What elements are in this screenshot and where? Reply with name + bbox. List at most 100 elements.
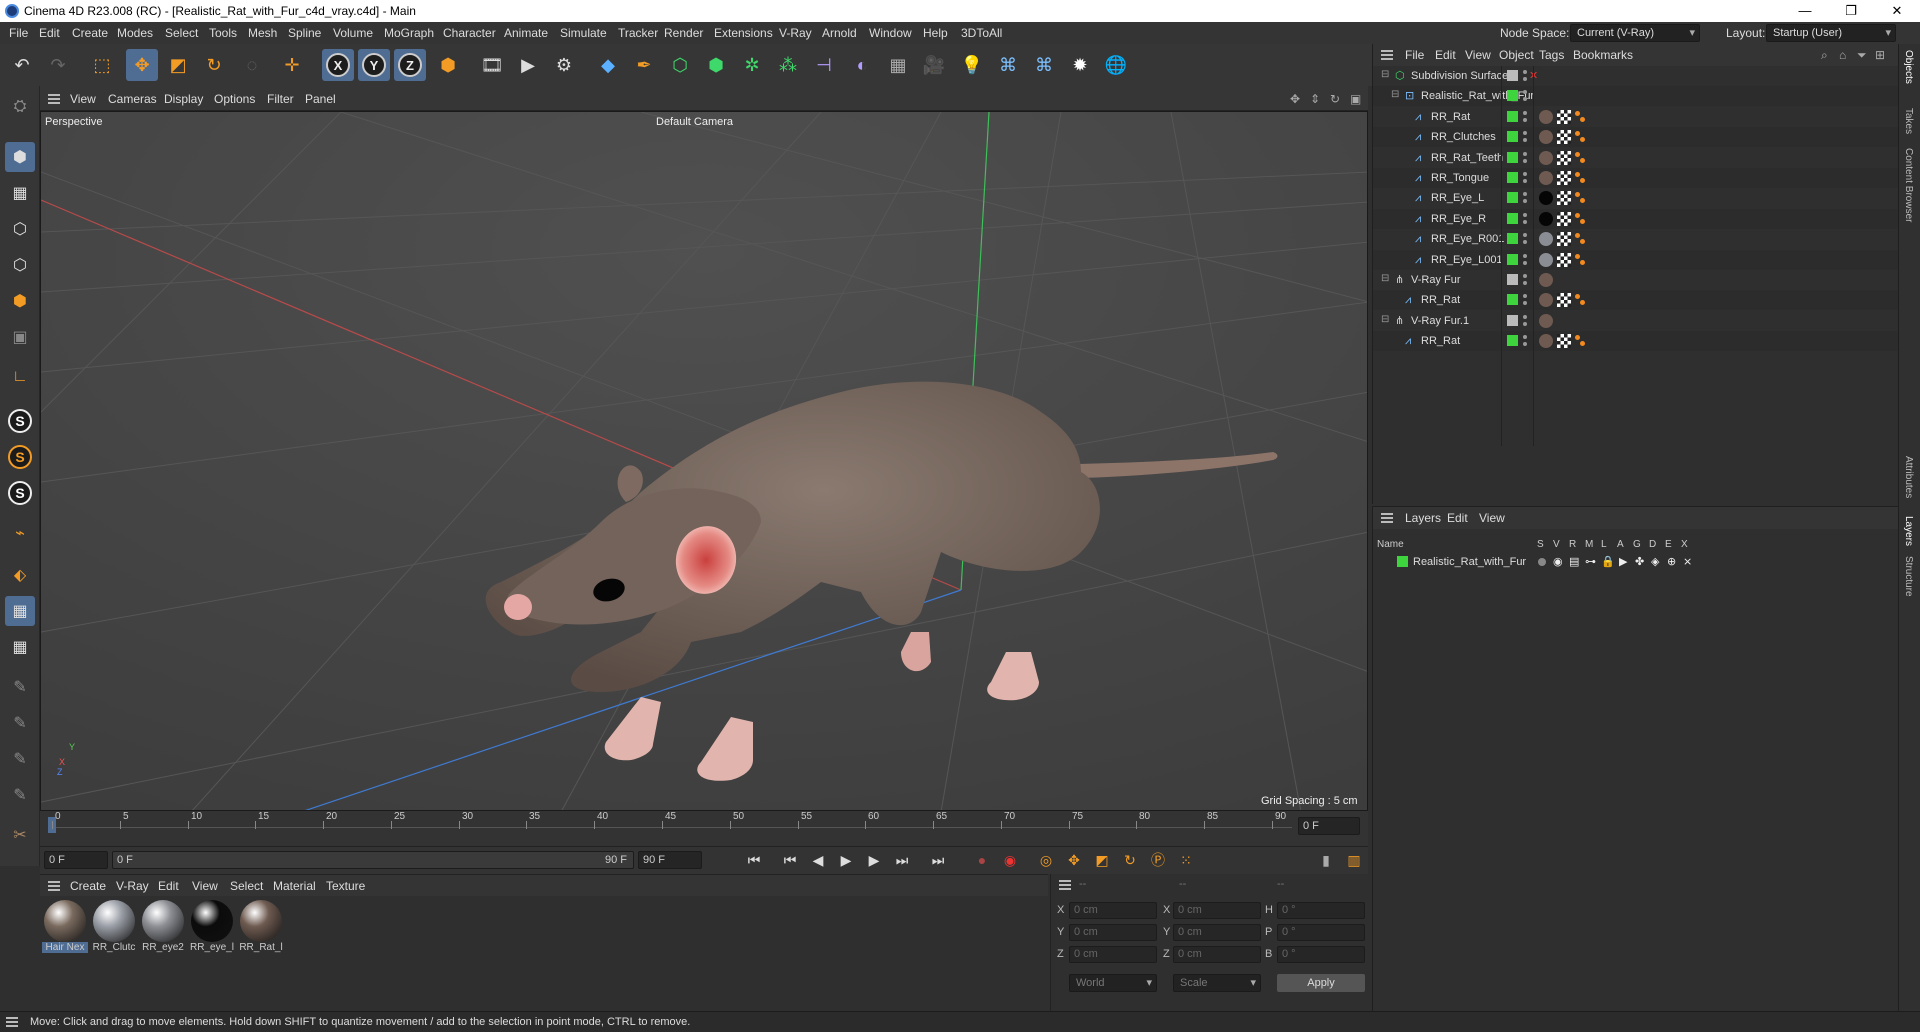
field-icon[interactable]: ◐ [846,49,878,81]
layer-lock-icon[interactable]: 🔒 [1601,555,1615,568]
layer-color-icon[interactable] [1507,172,1518,183]
current-frame-field[interactable]: 0 F [1298,817,1360,835]
expand-toggle-icon[interactable]: ⊟ [1381,273,1389,284]
filter-icon[interactable]: ⏷ [1857,48,1867,63]
layer-render-icon[interactable]: ▤ [1569,555,1579,568]
layer-row[interactable]: Realistic_Rat_with_Fur ◉ ▤ ⊶ 🔒 ▶ ✤ ◈ ⊕ ⨯ [1373,553,1899,571]
layer-color-icon[interactable] [1507,233,1518,245]
object-row[interactable]: ⩘ RR_Eye_R [1373,208,1899,229]
layer-color-icon[interactable] [1507,151,1518,163]
home-icon[interactable]: ⌂ [1839,48,1846,62]
coord-space-dropdown[interactable]: World [1069,974,1157,992]
timeline-window-icon[interactable]: ▥ [1342,848,1366,872]
menu-mesh[interactable]: Mesh [248,26,277,40]
snap-s3-button[interactable]: S [5,478,35,508]
close-button[interactable]: ✕ [1874,0,1920,22]
menu-tracker[interactable]: Tracker [618,26,658,40]
size-y-field[interactable]: 0 cm [1173,924,1261,941]
material-tag-icon[interactable] [1539,232,1553,247]
next-key-icon[interactable]: ⏭ [890,848,914,872]
vray-settings-icon[interactable]: ✹ [1064,49,1096,81]
redo-icon[interactable]: ↷ [42,49,74,81]
world-coordinate-icon[interactable]: ⬢ [432,49,464,81]
vp-menu-cameras[interactable]: Cameras [108,92,157,106]
menu-modes[interactable]: Modes [117,26,153,40]
extrude-icon[interactable]: ⬢ [700,49,732,81]
fur-material-tag-icon[interactable] [1539,313,1553,328]
zoom-view-icon[interactable]: ⇕ [1310,92,1320,106]
material-tag-icon[interactable] [1539,334,1553,349]
layer-visible-icon[interactable]: ◉ [1553,555,1563,568]
key-all-icon[interactable]: ◎ [1034,848,1058,872]
object-row[interactable]: ⬡⊟Subdivision Surface✕ [1373,66,1899,86]
deformer-icon[interactable]: ⊣ [808,49,840,81]
visibility-dots-icon[interactable] [1523,130,1527,144]
menu-3dtoall[interactable]: 3DToAll [961,26,1002,40]
status-hamburger-icon[interactable] [6,1017,18,1027]
minimize-button[interactable]: — [1782,0,1828,22]
texture-mode-icon[interactable]: ▦ [5,178,35,208]
workplane-icon[interactable]: ⬖ [5,560,35,590]
hamburger-icon[interactable] [48,94,60,104]
enable-toggle-icon[interactable] [1507,314,1518,326]
selection-tag-icon[interactable] [1573,191,1587,205]
visibility-dots-icon[interactable] [1523,232,1527,246]
uvw-tag-icon[interactable] [1557,334,1571,349]
apply-button[interactable]: Apply [1277,974,1365,992]
material-tag-icon[interactable] [1539,252,1553,267]
python-icon[interactable]: ⌘ [992,49,1024,81]
tab-structure[interactable]: Structure [1903,556,1914,597]
goto-start-icon[interactable]: ⏮ [742,848,766,872]
mat-menu-material[interactable]: Material [273,879,316,893]
render-view-icon[interactable]: ▶ [512,49,544,81]
x-axis-lock-button[interactable]: X [322,49,354,81]
pos-y-field[interactable]: 0 cm [1069,924,1157,941]
visibility-dots-icon[interactable] [1523,273,1527,287]
pos-x-field[interactable]: 0 cm [1069,902,1157,919]
menu-window[interactable]: Window [869,26,912,40]
layer-color-icon[interactable] [1507,192,1518,204]
python-generator-icon[interactable]: ⌘ [1028,49,1060,81]
tab-takes[interactable]: Takes [1903,108,1914,134]
material-tag-icon[interactable] [1539,150,1553,165]
object-row[interactable]: ⩘ RR_Rat_Teeth [1373,148,1899,168]
key-param-icon[interactable]: Ⓟ [1146,848,1170,872]
layer-expression-icon[interactable]: ⊕ [1667,555,1676,568]
key-pla-icon[interactable]: ⁙ [1174,848,1198,872]
vp-menu-view[interactable]: View [70,92,96,106]
cube-icon[interactable]: ◆ [592,49,624,81]
menu-tools[interactable]: Tools [209,26,237,40]
obj-menu-view[interactable]: View [1465,48,1491,62]
visibility-dots-icon[interactable] [1523,89,1527,103]
uvw-tag-icon[interactable] [1557,211,1571,226]
material-tag-icon[interactable] [1539,211,1553,226]
obj-menu-edit[interactable]: Edit [1435,48,1456,62]
uv-mode-icon[interactable]: ▣ [5,322,35,352]
mat-menu-edit[interactable]: Edit [158,879,179,893]
obj-menu-tags[interactable]: Tags [1539,48,1564,62]
mat-menu-view[interactable]: View [192,879,218,893]
obj-menu-object[interactable]: Object [1499,48,1534,62]
uvw-tag-icon[interactable] [1557,150,1571,165]
layer-color-icon[interactable] [1507,212,1518,224]
next-frame-icon[interactable]: ▶ [862,848,886,872]
layer-deformer-icon[interactable]: ◈ [1651,555,1659,568]
timeline[interactable]: 0 5 10 15 20 25 30 35 40 45 50 55 60 65 70 75 80 85 90 0 F [40,811,1368,846]
light-icon[interactable]: 💡 [956,49,988,81]
uvw-tag-icon[interactable] [1557,109,1571,124]
vp-menu-display[interactable]: Display [164,92,203,106]
menu-file[interactable]: File [9,26,28,40]
menu-vray[interactable]: V-Ray [779,26,812,40]
menu-select[interactable]: Select [165,26,198,40]
layer-color-swatch[interactable] [1397,556,1408,567]
selection-tag-icon[interactable] [1573,130,1587,144]
rot-p-field[interactable]: 0 ° [1277,924,1365,941]
layer-hamburger-icon[interactable] [1381,513,1393,523]
layer-xref-icon[interactable]: ⨯ [1683,555,1692,568]
material-item[interactable]: RR_Clutc [91,900,137,956]
obj-menu-bookmarks[interactable]: Bookmarks [1573,48,1633,62]
layer-color-icon[interactable] [1507,131,1518,143]
camera-icon[interactable]: 🎥 [918,49,950,81]
object-row[interactable]: ⩘ RR_Clutches [1373,127,1899,148]
undo-icon[interactable]: ↶ [6,49,38,81]
